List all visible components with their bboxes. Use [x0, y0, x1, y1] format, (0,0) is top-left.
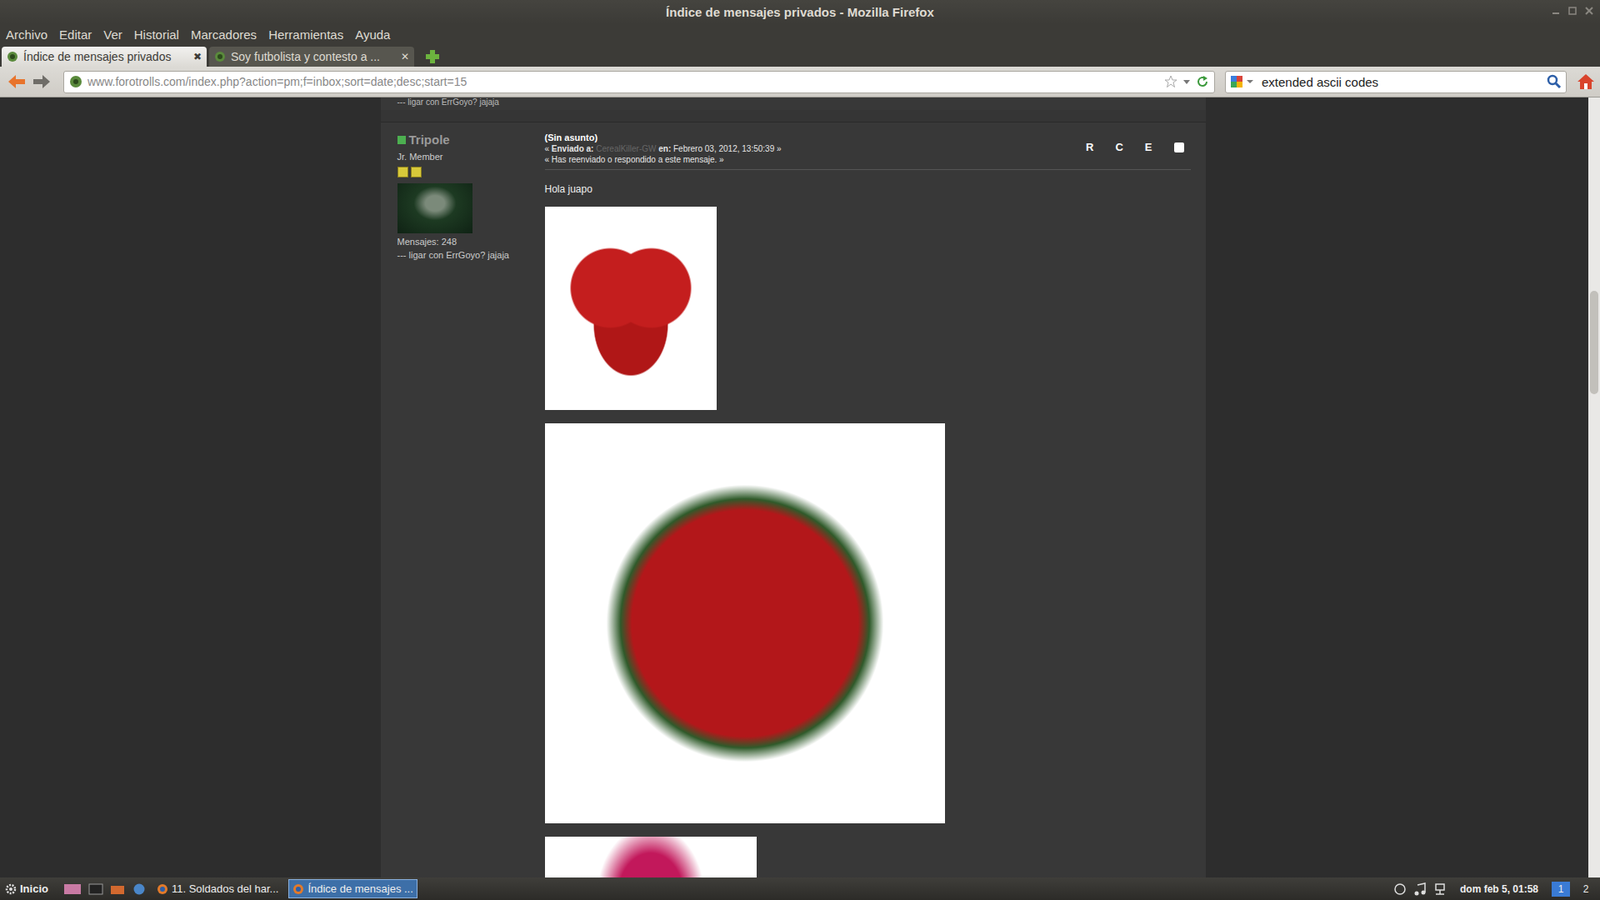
- status-icon[interactable]: [1393, 882, 1407, 896]
- action-button[interactable]: C: [1115, 140, 1123, 154]
- start-button[interactable]: Inicio: [5, 882, 49, 895]
- message-area: (Sin asunto) « Enviado a: CerealKiller-G…: [545, 132, 1191, 878]
- taskbar-task[interactable]: 11. Soldados del har...: [153, 879, 282, 899]
- site-identity-icon[interactable]: [69, 75, 83, 89]
- rank-stars: [397, 166, 545, 178]
- back-arrow-icon[interactable]: [6, 72, 27, 91]
- message-actions: RCE: [1085, 132, 1190, 154]
- forum-column: --- ligar con ErrGoyo? jajaja Tripole Jr…: [380, 97, 1206, 878]
- gear-icon: [5, 883, 17, 895]
- firefox-window: Índice de mensajes privados - Mozilla Fi…: [0, 0, 1600, 900]
- music-icon[interactable]: [1413, 882, 1427, 896]
- select-checkbox[interactable]: [1174, 142, 1185, 153]
- workspace-button[interactable]: 1: [1551, 881, 1570, 897]
- message-header: (Sin asunto) « Enviado a: CerealKiller-G…: [545, 132, 1191, 170]
- bookmark-star-icon[interactable]: [1164, 75, 1178, 89]
- favicon-icon: [214, 50, 226, 63]
- workspace-button[interactable]: 2: [1576, 881, 1595, 897]
- message-post: Tripole Jr. Member Mensajes: 248 --- lig…: [380, 121, 1206, 878]
- menu-item[interactable]: Archivo: [5, 27, 48, 42]
- title-bar: Índice de mensajes privados - Mozilla Fi…: [0, 0, 1600, 24]
- message-body: Hola juapo: [545, 183, 593, 195]
- browser-icon[interactable]: [131, 882, 147, 896]
- page-viewport: --- ligar con ErrGoyo? jajaja Tripole Jr…: [0, 97, 1600, 878]
- clock[interactable]: dom feb 5, 01:58: [1460, 883, 1539, 895]
- window-controls: [1550, 5, 1595, 17]
- image-viewer-icon[interactable]: [63, 882, 82, 896]
- tab[interactable]: Índice de mensajes privados ✖: [1, 46, 207, 67]
- poster-info: Tripole Jr. Member Mensajes: 248 --- lig…: [397, 132, 545, 878]
- page: --- ligar con ErrGoyo? jajaja Tripole Jr…: [0, 97, 1589, 878]
- rose-image: [545, 836, 757, 878]
- member-rank: Jr. Member: [397, 151, 545, 162]
- previous-signature: --- ligar con ErrGoyo? jajaja: [380, 97, 1206, 110]
- taskbar-task[interactable]: Índice de mensajes ...: [288, 879, 417, 899]
- home-icon[interactable]: [1576, 72, 1595, 91]
- username[interactable]: Tripole: [397, 132, 545, 147]
- star-icon: [410, 166, 422, 178]
- menu-bar: Archivo Editar Ver Historial Marcadores Herra…: [0, 23, 1600, 45]
- app-icon: [156, 883, 169, 895]
- engine-dropdown-icon[interactable]: [1246, 75, 1254, 89]
- navigation-bar: www.forotrolls.com/index.php?action=pm;f…: [0, 66, 1600, 98]
- recipient[interactable]: CerealKiller-GW: [595, 144, 656, 154]
- tab-close-button[interactable]: ✖: [193, 50, 202, 63]
- subject: (Sin asunto): [545, 132, 782, 143]
- magnifier-icon[interactable]: [1546, 74, 1562, 90]
- scrollbar-thumb[interactable]: [1590, 290, 1599, 395]
- signature: --- ligar con ErrGoyo? jajaja: [397, 250, 545, 260]
- reload-icon[interactable]: [1195, 75, 1210, 89]
- maximize-icon[interactable]: [1566, 5, 1579, 17]
- action-button[interactable]: R: [1085, 140, 1094, 154]
- taskbar: Inicio 11. Soldados del har... Índice de…: [0, 877, 1600, 900]
- minimize-icon[interactable]: [1550, 5, 1562, 17]
- reply-note: « Has reenviado o respondido a este mens…: [545, 155, 782, 165]
- forward-arrow-icon[interactable]: [31, 72, 52, 91]
- terminal-icon[interactable]: [88, 882, 104, 896]
- address-bar[interactable]: www.forotrolls.com/index.php?action=pm;f…: [63, 70, 1215, 94]
- folder-icon[interactable]: [110, 882, 125, 896]
- app-icon: [292, 883, 305, 895]
- menu-item[interactable]: Editar: [59, 27, 92, 42]
- dropdown-icon[interactable]: [1182, 75, 1191, 89]
- menu-item[interactable]: Ver: [103, 27, 123, 42]
- menu-item[interactable]: Historial: [134, 27, 180, 42]
- menu-item[interactable]: Ayuda: [355, 27, 390, 42]
- new-tab-icon[interactable]: [425, 49, 440, 65]
- online-status-icon: [397, 135, 406, 145]
- sent-info: « Enviado a: CerealKiller-GW en: Febrero…: [545, 144, 782, 154]
- rose-image: [545, 423, 945, 824]
- avatar: [397, 183, 473, 234]
- menu-item[interactable]: Marcadores: [190, 27, 257, 42]
- network-icon[interactable]: [1433, 882, 1447, 896]
- post-count: Mensajes: 248: [397, 236, 545, 247]
- favicon-icon: [6, 50, 19, 63]
- tab[interactable]: Soy futbolista y contesto a ... ✕: [209, 46, 415, 67]
- menu-item[interactable]: Herramientas: [268, 27, 344, 42]
- window-title: Índice de mensajes privados - Mozilla Fi…: [665, 5, 935, 20]
- tab-bar: Índice de mensajes privados ✖ Soy futbol…: [0, 45, 1600, 67]
- star-icon: [397, 166, 409, 178]
- scrollbar[interactable]: [1588, 97, 1600, 878]
- search-bar[interactable]: extended ascii codes: [1225, 70, 1567, 94]
- google-icon[interactable]: [1230, 75, 1244, 89]
- close-icon[interactable]: [1583, 5, 1595, 17]
- action-button[interactable]: E: [1145, 140, 1153, 154]
- tab-close-button[interactable]: ✕: [400, 50, 410, 63]
- rose-image: [545, 206, 717, 410]
